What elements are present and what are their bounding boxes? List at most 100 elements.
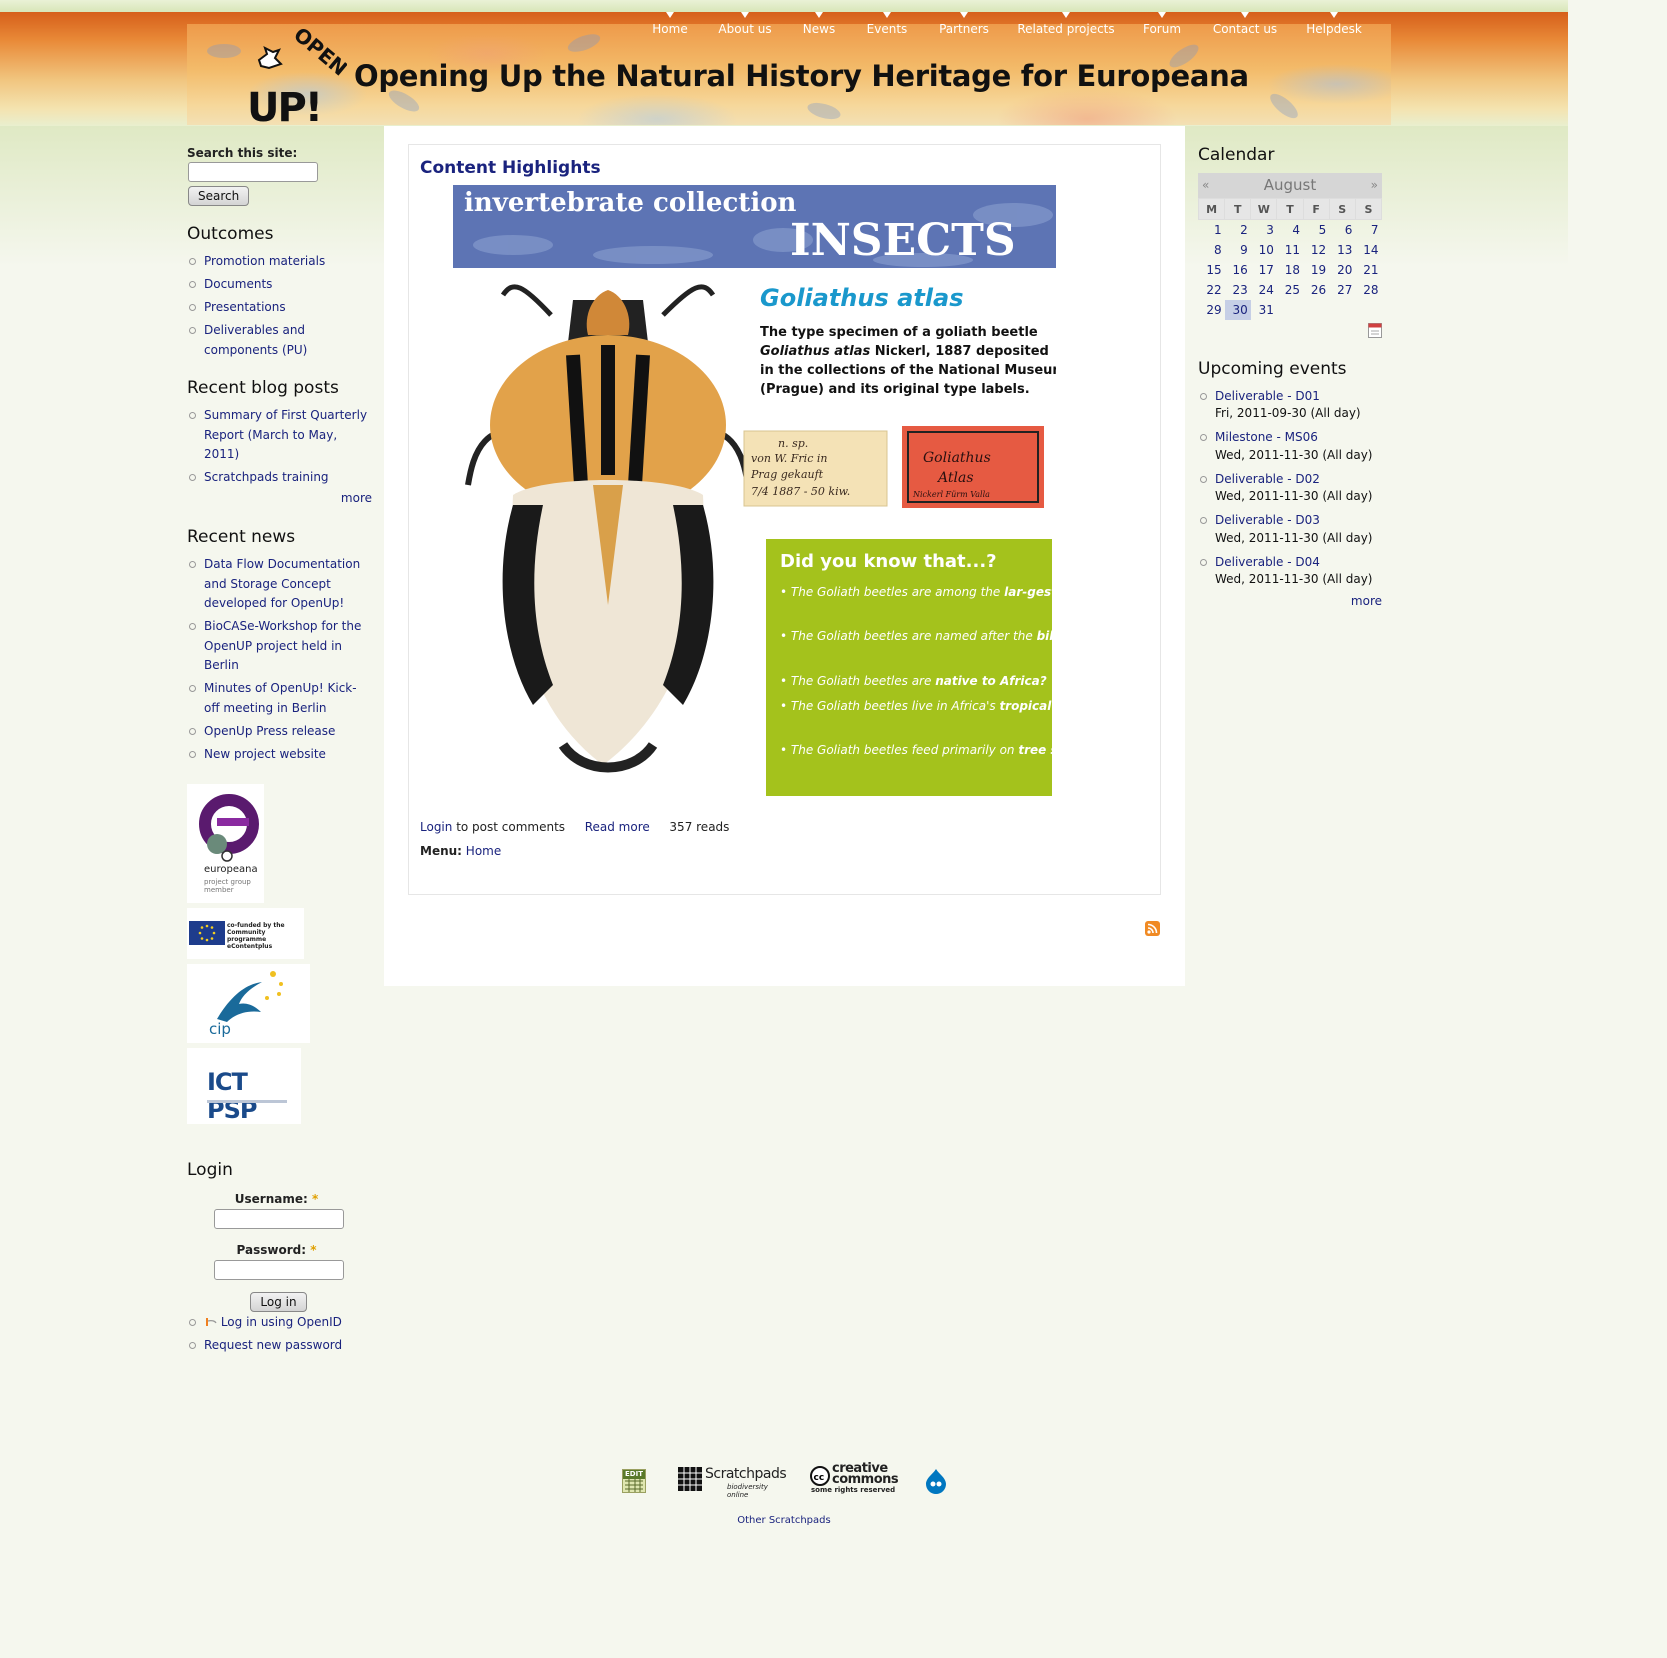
site-logo[interactable]: OPEN UP!	[247, 24, 352, 125]
node-links: Login to post comments Read more 357 rea…	[420, 820, 729, 834]
event-link[interactable]: Deliverable - D01	[1215, 389, 1320, 403]
password-label-text: Password:	[236, 1243, 307, 1257]
poster-desc-rest: Nickerl, 1887 deposited	[870, 344, 1049, 359]
calendar-caption: « August »	[1198, 173, 1382, 198]
calendar-day[interactable]: 9	[1225, 240, 1251, 260]
blog-link[interactable]: Scratchpads training	[204, 470, 329, 484]
calendar-day[interactable]: 18	[1277, 260, 1303, 280]
news-link[interactable]: Minutes of OpenUp! Kick-off meeting in B…	[204, 681, 357, 715]
event-link[interactable]: Deliverable - D03	[1215, 513, 1320, 527]
outcome-link[interactable]: Promotion materials	[204, 254, 325, 268]
calendar-day[interactable]: 11	[1277, 240, 1303, 260]
cc-icon: cc	[810, 1466, 830, 1486]
rss-feed-icon[interactable]	[1145, 921, 1160, 936]
nav-partners[interactable]: Partners	[939, 22, 989, 36]
outcome-link[interactable]: Deliverables and components (PU)	[204, 323, 307, 357]
scratchpads-logo[interactable]: Scratchpads biodiversity online	[678, 1466, 787, 1499]
ictpsp-logo[interactable]: ICT PSP	[187, 1048, 301, 1124]
nav-related-projects[interactable]: Related projects	[1017, 22, 1114, 36]
events-more: more	[1198, 594, 1382, 608]
calendar-day[interactable]: 2	[1225, 220, 1251, 240]
calendar-next[interactable]: »	[1371, 173, 1378, 198]
calendar-day[interactable]: 3	[1251, 220, 1277, 240]
calendar-prev[interactable]: «	[1202, 173, 1209, 198]
calendar-day[interactable]: 14	[1355, 240, 1381, 260]
calendar-day[interactable]: 4	[1277, 220, 1303, 240]
calendar-day[interactable]: 10	[1251, 240, 1277, 260]
nav-about-us[interactable]: About us	[718, 22, 771, 36]
nav-pointer-icon	[741, 12, 749, 18]
highlight-image[interactable]: invertebrate collection INSECTS Goliathu…	[453, 185, 1185, 797]
request-password-link[interactable]: Request new password	[204, 1338, 342, 1352]
ical-icon[interactable]	[1368, 322, 1382, 338]
calendar-day[interactable]: 20	[1329, 260, 1355, 280]
calendar-day[interactable]: 13	[1329, 240, 1355, 260]
read-more-link[interactable]: Read more	[585, 820, 650, 834]
blog-more-link[interactable]: more	[341, 491, 372, 505]
calendar-day[interactable]: 28	[1355, 280, 1381, 300]
nav-forum[interactable]: Forum	[1143, 22, 1181, 36]
cip-logo[interactable]: cip	[187, 964, 310, 1043]
creative-commons-logo[interactable]: cc creative commons some rights reserved	[810, 1462, 900, 1494]
day-header: T	[1224, 198, 1252, 220]
calendar-day[interactable]: 6	[1329, 220, 1355, 240]
calendar-day[interactable]: 30	[1224, 299, 1251, 320]
news-link[interactable]: BioCASe-Workshop for the OpenUP project …	[204, 619, 361, 672]
other-scratchpads-link[interactable]: Other Scratchpads	[737, 1515, 830, 1526]
blog-link[interactable]: Summary of First Quarterly Report (March…	[204, 408, 367, 461]
poster-desc-line1: The type specimen of a goliath beetle	[760, 325, 1038, 340]
news-link[interactable]: New project website	[204, 747, 326, 761]
calendar-day[interactable]: 24	[1251, 280, 1277, 300]
outcome-link[interactable]: Presentations	[204, 300, 286, 314]
calendar-day[interactable]: 19	[1303, 260, 1329, 280]
calendar-week: 1234567	[1199, 220, 1382, 240]
nav-news[interactable]: News	[803, 22, 835, 36]
event-link[interactable]: Deliverable - D04	[1215, 555, 1320, 569]
site-title[interactable]: Opening Up the Natural History Heritage …	[354, 59, 1249, 93]
calendar-day[interactable]: 17	[1251, 260, 1277, 280]
password-input[interactable]	[213, 1260, 344, 1280]
poster-desc-line4: (Prague) and its original type labels.	[760, 382, 1030, 397]
calendar-day[interactable]: 12	[1303, 240, 1329, 260]
openid-link[interactable]: Log in using OpenID	[221, 1315, 342, 1329]
event-date: Fri, 2011-09-30 (All day)	[1215, 406, 1361, 420]
event-link[interactable]: Milestone - MS06	[1215, 430, 1318, 444]
edit-logo[interactable]: EDIT	[622, 1469, 646, 1493]
calendar-day[interactable]: 26	[1303, 280, 1329, 300]
calendar-day[interactable]: 21	[1355, 260, 1381, 280]
content-title-link[interactable]: Content Highlights	[420, 158, 601, 178]
news-link[interactable]: Data Flow Documentation and Storage Conc…	[204, 557, 360, 610]
calendar-day[interactable]: 5	[1303, 220, 1329, 240]
login-button[interactable]: Log in	[250, 1292, 307, 1312]
calendar-day[interactable]: 25	[1277, 280, 1303, 300]
nav-home[interactable]: Home	[652, 22, 687, 36]
calendar-day[interactable]: 23	[1225, 280, 1251, 300]
calendar-day[interactable]: 31	[1251, 300, 1277, 320]
calendar-day[interactable]: 22	[1199, 280, 1225, 300]
calendar-day[interactable]: 29	[1199, 300, 1225, 320]
calendar-day[interactable]: 27	[1329, 280, 1355, 300]
calendar-day[interactable]: 15	[1199, 260, 1225, 280]
other-scratchpads: Other Scratchpads	[0, 1515, 1568, 1526]
europeana-logo[interactable]: europeana project group member	[187, 784, 264, 903]
drupal-logo[interactable]	[925, 1468, 947, 1494]
required-marker: *	[311, 1192, 319, 1206]
event-item: Deliverable - D02	[1198, 470, 1382, 490]
calendar-day[interactable]: 8	[1199, 240, 1225, 260]
nav-contact-us[interactable]: Contact us	[1213, 22, 1277, 36]
calendar-day[interactable]: 1	[1199, 220, 1225, 240]
search-input[interactable]	[188, 162, 318, 182]
calendar-day[interactable]: 7	[1355, 220, 1381, 240]
news-link[interactable]: OpenUp Press release	[204, 724, 335, 738]
nav-helpdesk[interactable]: Helpdesk	[1306, 22, 1362, 36]
login-to-comment-link[interactable]: Login	[420, 820, 452, 834]
username-input[interactable]	[213, 1209, 344, 1229]
menu-home-link[interactable]: Home	[466, 844, 501, 858]
calendar-day[interactable]: 16	[1225, 260, 1251, 280]
eu-logo[interactable]: co-funded by the Community programme eCo…	[187, 908, 304, 959]
search-button[interactable]: Search	[188, 186, 250, 206]
outcome-link[interactable]: Documents	[204, 277, 272, 291]
nav-events[interactable]: Events	[867, 22, 908, 36]
event-link[interactable]: Deliverable - D02	[1215, 472, 1320, 486]
events-more-link[interactable]: more	[1351, 594, 1382, 608]
